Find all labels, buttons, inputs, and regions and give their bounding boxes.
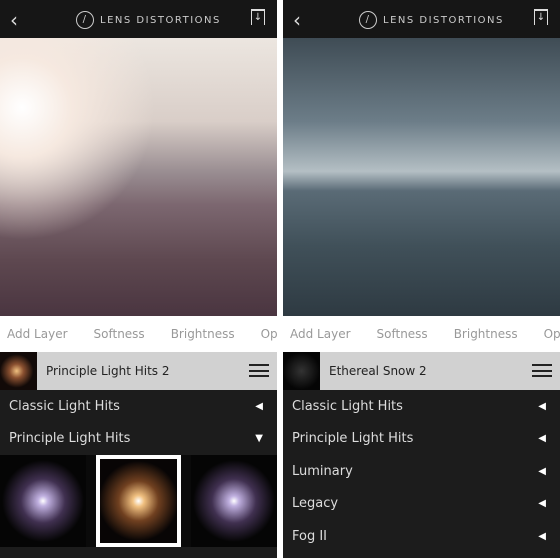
caret-left-icon: ◀ (538, 465, 546, 477)
category-row[interactable]: Principle Light Hits ▼ (0, 423, 277, 456)
selected-effect[interactable]: Ethereal Snow 2 (283, 352, 560, 390)
caret-left-icon: ◀ (538, 498, 546, 510)
lens-logo-icon: / (359, 11, 377, 29)
chevron-left-icon[interactable]: ‹ (10, 8, 18, 32)
download-icon[interactable]: ↓ (251, 9, 265, 25)
phone-right: ‹ / LENS DISTORTIONS ↓ Add Layer Softness… (283, 0, 560, 558)
category-label: Legacy (292, 496, 339, 512)
category-label: Principle Light Hits (9, 431, 131, 447)
phone-left: ‹ / LENS DISTORTIONS ↓ Add Layer Softness… (0, 0, 277, 558)
tab-add-layer[interactable]: Add Layer (283, 327, 358, 341)
menu-icon[interactable] (532, 364, 552, 377)
category-label: Fog II (292, 528, 328, 544)
selected-effect-name: Ethereal Snow 2 (329, 364, 427, 378)
effect-thumbnail (283, 352, 320, 390)
app-logo: / LENS DISTORTIONS (76, 11, 221, 29)
effect-thumbnail-selected[interactable] (95, 455, 182, 547)
caret-left-icon: ◀ (538, 400, 546, 412)
menu-icon[interactable] (249, 364, 269, 377)
tab-softness[interactable]: Softness (370, 327, 435, 341)
tab-bar: Add Layer Softness Brightness Opacity (0, 316, 277, 352)
category-row[interactable]: Principle Light Hits ◀ (283, 423, 560, 456)
category-label: Luminary (292, 463, 353, 479)
app-logo: / LENS DISTORTIONS (359, 11, 504, 29)
category-row[interactable]: Classic Light Hits ◀ (0, 390, 277, 423)
chevron-left-icon[interactable]: ‹ (293, 8, 301, 32)
caret-left-icon: ◀ (255, 400, 263, 412)
photo-preview (283, 38, 560, 316)
tab-brightness[interactable]: Brightness (447, 327, 525, 341)
effect-thumbnail[interactable] (191, 455, 277, 547)
category-label: Classic Light Hits (9, 398, 120, 414)
category-row[interactable]: Legacy ◀ (283, 488, 560, 521)
tab-opacity[interactable]: Opacity (254, 327, 277, 341)
tab-opacity[interactable]: Opacity (537, 327, 560, 341)
tab-add-layer[interactable]: Add Layer (0, 327, 75, 341)
header: ‹ / LENS DISTORTIONS ↓ (283, 0, 560, 38)
category-label: Classic Light Hits (292, 398, 403, 414)
tab-softness[interactable]: Softness (87, 327, 152, 341)
selected-effect-name: Principle Light Hits 2 (46, 364, 170, 378)
tab-brightness[interactable]: Brightness (164, 327, 242, 341)
caret-left-icon: ◀ (538, 433, 546, 445)
category-label: Principle Light Hits (292, 431, 414, 447)
download-icon[interactable]: ↓ (534, 9, 548, 25)
effect-thumbnails (0, 455, 277, 547)
caret-left-icon: ◀ (538, 530, 546, 542)
category-row[interactable]: Luminary ◀ (283, 455, 560, 488)
selected-effect[interactable]: Principle Light Hits 2 (0, 352, 277, 390)
caret-down-icon: ▼ (255, 433, 263, 445)
lens-logo-icon: / (76, 11, 94, 29)
category-row[interactable]: Classic Light Hits ◀ (283, 390, 560, 423)
photo-preview (0, 38, 277, 316)
effect-thumbnail[interactable] (0, 455, 86, 547)
effect-thumbnail (0, 352, 37, 390)
category-row[interactable]: Fog II ◀ (283, 520, 560, 553)
header: ‹ / LENS DISTORTIONS ↓ (0, 0, 277, 38)
tab-bar: Add Layer Softness Brightness Opacity (283, 316, 560, 352)
